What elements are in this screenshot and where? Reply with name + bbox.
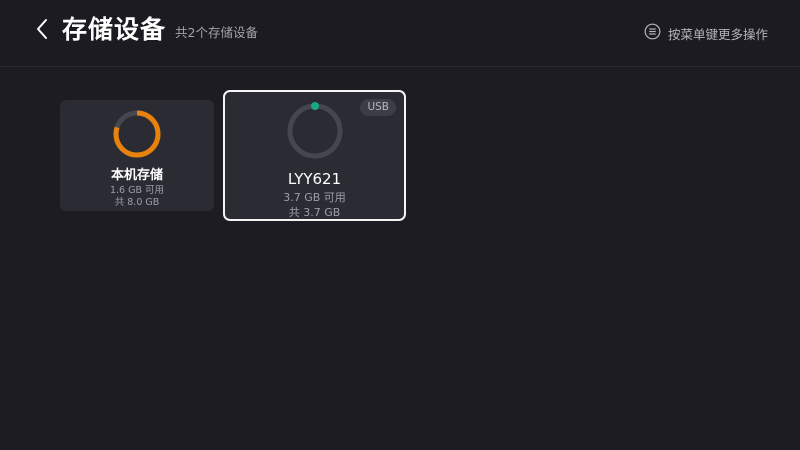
device-available: 3.7 GB 可用 (283, 191, 346, 204)
storage-devices-screen: 存储设备 共2个存储设备 按菜单键更多操作 本机存储 1.6 GB 可用 共 8… (0, 0, 800, 450)
usb-badge: USB (360, 99, 396, 116)
device-total: 共 3.7 GB (288, 206, 341, 219)
menu-hint: 按菜单键更多操作 (644, 23, 768, 44)
device-name: 本机存储 (110, 168, 163, 183)
menu-lines-icon (644, 23, 661, 44)
menu-hint-label: 按菜单键更多操作 (667, 26, 768, 42)
chevron-left-icon (35, 18, 49, 44)
device-card-local-storage[interactable]: 本机存储 1.6 GB 可用 共 8.0 GB (60, 100, 214, 211)
header-bar: 存储设备 共2个存储设备 按菜单键更多操作 (0, 0, 800, 67)
back-button[interactable] (28, 16, 56, 46)
device-count-subtitle: 共2个存储设备 (175, 25, 258, 40)
device-card-usb[interactable]: USB LYY621 3.7 GB 可用 共 3.7 GB (223, 90, 406, 221)
storage-usage-ring (287, 102, 342, 159)
device-name: LYY621 (287, 170, 342, 188)
device-total: 共 8.0 GB (114, 197, 160, 208)
page-title: 存储设备 (62, 15, 167, 44)
storage-usage-ring (113, 110, 161, 158)
